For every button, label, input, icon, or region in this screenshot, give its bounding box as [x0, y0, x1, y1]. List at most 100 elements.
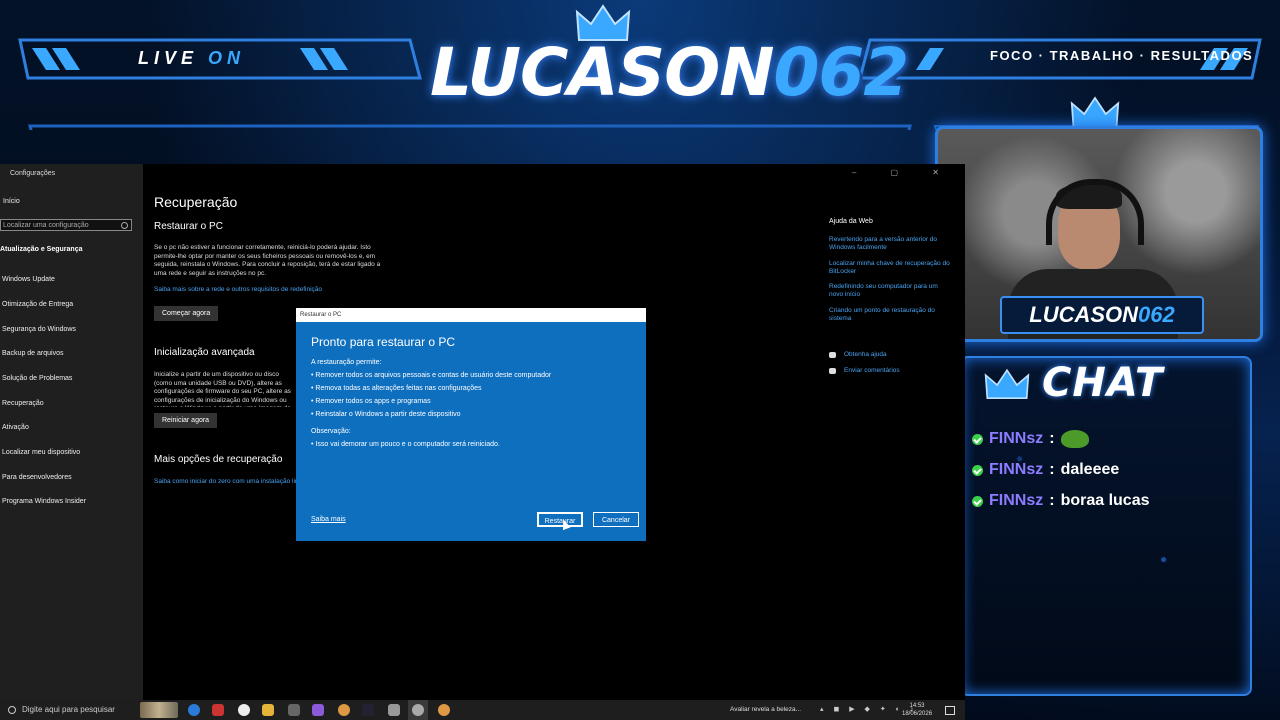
settings-window: Configurações Início Localizar uma confi…	[0, 164, 965, 700]
chat-separator: :	[1049, 461, 1055, 478]
sidebar-item-home[interactable]: Início	[3, 198, 20, 205]
app-icon[interactable]	[312, 704, 324, 716]
webcam-name-plate: LUCASON062	[1000, 296, 1204, 334]
clock-date: 18/06/2026	[902, 711, 933, 717]
check-icon	[972, 464, 983, 476]
cam-name-text: LUCASON	[1029, 302, 1139, 327]
check-icon	[972, 495, 983, 507]
chat-bubble-icon	[829, 351, 836, 358]
chrome-icon[interactable]	[438, 704, 450, 716]
reset-heading: Restaurar o PC	[154, 221, 223, 232]
settings-gear-icon[interactable]	[412, 704, 424, 716]
chat-text: daleeee	[1060, 461, 1120, 478]
chat-separator: :	[1049, 430, 1055, 447]
logo-text: LUCASON	[430, 34, 774, 111]
live-label: LIVE	[138, 48, 199, 68]
dialog-allows-label: A restauração permite:	[311, 359, 382, 366]
advanced-startup-description: Inicialize a partir de um dispositivo ou…	[154, 371, 291, 407]
sidebar-item-find-my-device[interactable]: Localizar meu dispositivo	[2, 449, 80, 456]
settings-sidebar: Configurações Início Localizar uma confi…	[0, 164, 143, 700]
chat-username: FINNsz	[989, 492, 1044, 509]
overlay-tagline: FOCO · TRABALHO · RESULTADOS	[990, 48, 1254, 63]
restart-now-button[interactable]: Reiniciar agora	[154, 413, 218, 428]
settings-search-input[interactable]: Localizar uma configuração	[0, 219, 132, 231]
chat-title: CHAT	[1042, 360, 1164, 406]
advanced-startup-heading: Inicialização avançada	[154, 347, 255, 358]
page-title: Recuperação	[154, 194, 238, 210]
app-icon[interactable]	[212, 704, 224, 716]
app-icon[interactable]	[288, 704, 300, 716]
reset-description: Se o pc não estiver a funcionar corretam…	[154, 244, 381, 277]
app-icon[interactable]	[388, 704, 400, 716]
help-link[interactable]: Localizar minha chave de recuperação do …	[829, 260, 953, 276]
chat-separator: :	[1049, 492, 1055, 509]
chat-text: boraa lucas	[1060, 492, 1150, 509]
learn-more-link[interactable]: Saiba mais	[311, 516, 346, 523]
dialog-titlebar: Restaurar o PC	[296, 308, 646, 322]
help-link[interactable]: Revertendo para a versão anterior do Win…	[829, 236, 953, 252]
chat-username: FINNsz	[989, 461, 1044, 478]
taskbar-notification[interactable]: Avaliar revela a beleza...	[730, 700, 801, 720]
help-link[interactable]: Criando um ponto de restauração do siste…	[829, 307, 953, 323]
sidebar-item-backup[interactable]: Backup de arquivos	[2, 350, 63, 357]
notion-icon[interactable]	[362, 704, 374, 716]
clean-install-link[interactable]: Saiba como iniciar do zero com uma insta…	[154, 478, 296, 487]
get-help-link[interactable]: Obtenha ajuda	[829, 351, 887, 358]
get-help-label: Obtenha ajuda	[844, 351, 887, 358]
feedback-link[interactable]: Enviar comentários	[829, 367, 900, 374]
start-reset-button[interactable]: Começar agora	[154, 306, 219, 321]
cancel-button[interactable]: Cancelar	[593, 512, 639, 527]
cam-name-number: 062	[1138, 302, 1175, 327]
sidebar-item-windows-update[interactable]: Windows Update	[2, 276, 55, 283]
sidebar-item-recovery[interactable]: Recuperação	[2, 400, 44, 407]
taskbar: Digite aqui para pesquisar Avaliar revel…	[0, 700, 965, 720]
reset-pc-dialog: Restaurar o PC Pronto para restaurar o P…	[296, 308, 646, 541]
search-highlight-thumbnail[interactable]	[140, 702, 178, 718]
help-link[interactable]: Redefinindo seu computador para um novo …	[829, 283, 953, 299]
chat-message: FINNsz : boraa lucas	[972, 492, 1150, 510]
dialog-note-bullet: • Isso vai demorar um pouco e o computad…	[311, 441, 500, 448]
notification-center-icon[interactable]	[945, 706, 955, 715]
reset-requirements-link[interactable]: Saiba mais sobre a rede e outros requisi…	[154, 286, 386, 295]
taskbar-search-input[interactable]: Digite aqui para pesquisar	[0, 700, 140, 720]
file-explorer-icon[interactable]	[262, 704, 274, 716]
window-controls[interactable]: – ▢ ✕	[852, 168, 955, 177]
dialog-bullet: • Remova todas as alterações feitas nas …	[311, 385, 482, 392]
sidebar-section-title: Atualização e Segurança	[0, 246, 83, 253]
search-icon	[8, 706, 16, 714]
live-on-label: LIVE ON	[138, 48, 245, 69]
chat-username: FINNsz	[989, 430, 1044, 447]
search-icon	[121, 222, 128, 229]
browser-icon[interactable]	[238, 704, 250, 716]
sidebar-item-developers[interactable]: Para desenvolvedores	[2, 474, 72, 481]
window-title: Configurações	[10, 170, 56, 177]
chat-message: FINNsz : daleeee	[972, 461, 1119, 479]
search-placeholder: Localizar uma configuração	[3, 222, 89, 229]
pepe-emote-icon	[1060, 430, 1089, 448]
sidebar-item-troubleshoot[interactable]: Solução de Problemas	[2, 375, 72, 382]
sidebar-item-insider[interactable]: Programa Windows Insider	[2, 498, 86, 505]
feedback-label: Enviar comentários	[844, 367, 900, 374]
chrome-icon[interactable]	[338, 704, 350, 716]
dialog-heading: Pronto para restaurar o PC	[311, 335, 456, 349]
person-feedback-icon	[829, 367, 836, 374]
logo-number: 062	[773, 34, 909, 111]
more-recovery-heading: Mais opções de recuperação	[154, 454, 283, 465]
dialog-bullet: • Reinstalar o Windows a partir deste di…	[311, 411, 461, 418]
streamer-logo: LUCASON062	[430, 34, 909, 114]
dialog-bullet: • Remover todos os arquivos pessoais e c…	[311, 372, 552, 379]
check-icon	[972, 433, 983, 445]
dialog-body: Pronto para restaurar o PC A restauração…	[296, 322, 646, 541]
taskbar-search-placeholder: Digite aqui para pesquisar	[22, 705, 115, 714]
sidebar-item-windows-security[interactable]: Segurança do Windows	[2, 326, 76, 333]
clock-time: 14:53	[909, 703, 925, 709]
sidebar-item-delivery-optimization[interactable]: Otimização de Entrega	[2, 301, 73, 308]
on-label: ON	[208, 48, 246, 68]
taskbar-clock[interactable]: 14:53 18/06/2026	[902, 702, 932, 718]
chat-panel	[960, 356, 1252, 696]
crown-icon	[984, 368, 1030, 399]
sidebar-item-activation[interactable]: Ativação	[2, 424, 29, 431]
edge-icon[interactable]	[188, 704, 200, 716]
dialog-bullet: • Remover todos os apps e programas	[311, 398, 431, 405]
web-help-title: Ajuda da Web	[829, 218, 873, 225]
